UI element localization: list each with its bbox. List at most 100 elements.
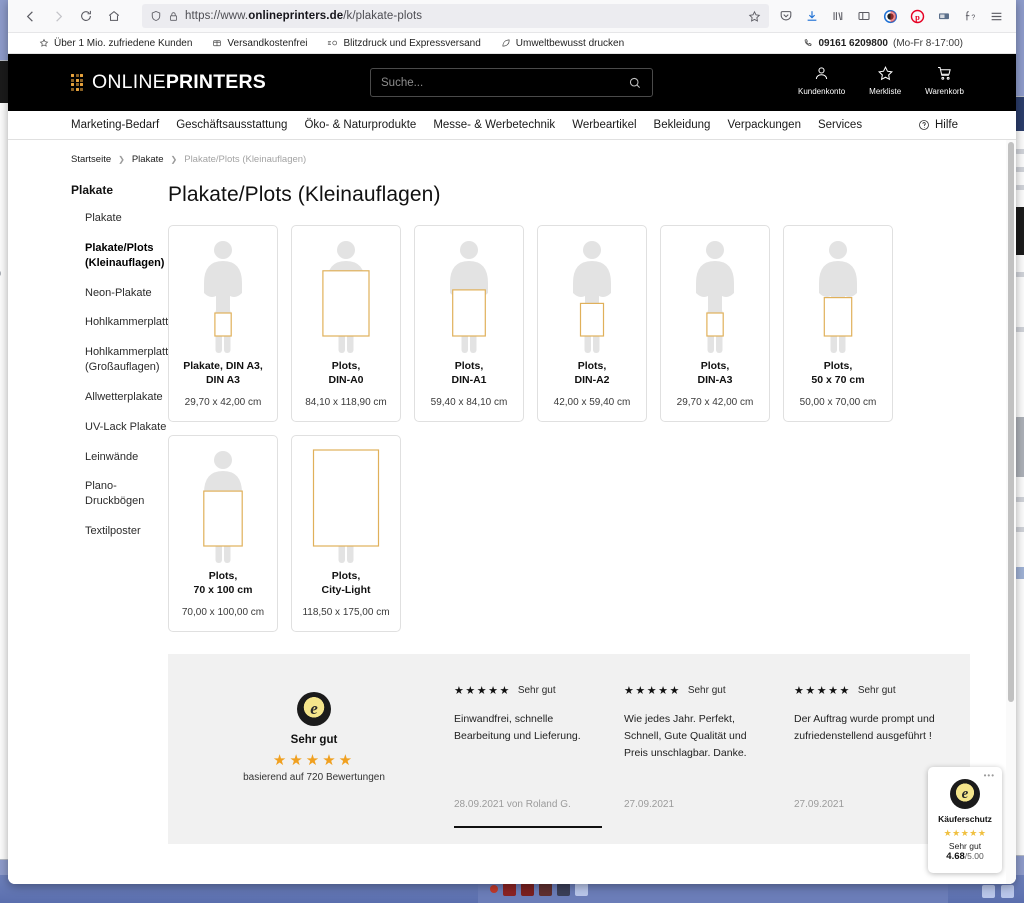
search-box[interactable] (370, 68, 653, 97)
sidebar-item-textilposter[interactable]: Textilposter (71, 524, 168, 539)
home-icon[interactable] (100, 3, 128, 29)
product-card-name: Plots, DIN-A0 (328, 360, 364, 386)
breadcrumb-item-0[interactable]: Startseite (71, 154, 111, 165)
pinterest-icon[interactable]: p (910, 9, 925, 24)
product-card-name: Plakate, DIN A3, DIN A3 (183, 360, 263, 386)
container-icon[interactable] (883, 9, 898, 24)
sidebar-icon[interactable] (857, 9, 871, 23)
review-active-underline (454, 826, 602, 829)
svg-text:?: ? (971, 15, 975, 22)
nav-item-2[interactable]: Öko- & Naturprodukte (304, 119, 416, 131)
main-column: Plakate/Plots (Kleinauflagen) Plakate, D… (168, 183, 1016, 845)
taskbar-icon-2[interactable] (521, 882, 534, 896)
review-date-0: 28.09.2021 von Roland G. (454, 799, 571, 811)
sidebar-item-hohlkammerplatten[interactable]: Hohlkammerplatten (71, 315, 180, 330)
taskbar-icon-3[interactable] (539, 882, 552, 896)
tray-icon-2[interactable] (1001, 885, 1014, 898)
logo-mark-icon (71, 74, 83, 91)
cart-button[interactable]: Warenkorb (925, 65, 964, 96)
content-row: Plakate Plakate Plakate/Plots (Kleinaufl… (8, 165, 1016, 845)
wishlist-button[interactable]: Merkliste (869, 65, 901, 96)
sidebar-item-allwetterplakate[interactable]: Allwetterplakate (71, 390, 168, 405)
sidebar-item-plakate[interactable]: Plakate (71, 211, 168, 226)
sidebar-item-uv-lack-plakate[interactable]: UV-Lack Plakate (71, 420, 168, 435)
lock-icon[interactable] (168, 11, 179, 22)
browser-toolbar: https://www.onlineprinters.de/k/plakate-… (8, 0, 1016, 33)
nav-item-5[interactable]: Bekleidung (654, 119, 711, 131)
page-scrollbar[interactable] (1006, 140, 1016, 884)
info-item-1[interactable]: Versandkostenfrei (212, 38, 307, 49)
product-card[interactable]: Plakate, DIN A3, DIN A3 29,70 x 42,00 cm (168, 225, 278, 423)
review-date-1: 27.09.2021 (624, 799, 675, 811)
person-poster-illustration (696, 241, 734, 353)
reload-icon[interactable] (72, 3, 100, 29)
search-input[interactable] (381, 76, 628, 89)
help-icon (918, 119, 930, 131)
help-link[interactable]: Hilfe (918, 119, 958, 131)
site-logo[interactable]: ONLINEPRINTERS (71, 71, 266, 94)
review-rating-label-0: Sehr gut (517, 685, 556, 697)
info-item-3[interactable]: Umweltbewusst drucken (501, 38, 624, 49)
person-poster-illustration (204, 241, 242, 353)
sidebar-item-hohlkammerplatten-gross[interactable]: Hohlkammerplatten (Großauflagen) (71, 345, 180, 375)
back-arrow-icon[interactable] (16, 3, 44, 29)
info-item-label-0: Über 1 Mio. zufriedene Kunden (54, 37, 193, 49)
product-card[interactable]: Plots, DIN-A1 59,40 x 84,10 cm (414, 225, 524, 423)
product-size-figure (175, 236, 271, 354)
library-icon[interactable] (831, 9, 845, 23)
sidebar-item-plano-druckboegen[interactable]: Plano-Druckbögen (71, 479, 168, 509)
site-header: ONLINEPRINTERS Kundenkonto Merkliste (8, 54, 1016, 111)
fx-icon[interactable]: ? (963, 9, 977, 23)
product-card[interactable]: Plots, DIN-A2 42,00 x 59,40 cm (537, 225, 647, 423)
product-card-name: Plots, DIN-A1 (451, 360, 487, 386)
badge-score-value: 4.68 (946, 851, 965, 862)
scrollbar-thumb[interactable] (1008, 142, 1014, 702)
pocket-icon[interactable] (779, 9, 793, 23)
sidebar-item-neon-plakate[interactable]: Neon-Plakate (71, 286, 168, 301)
nav-item-3[interactable]: Messe- & Werbetechnik (433, 119, 555, 131)
address-bar[interactable]: https://www.onlineprinters.de/k/plakate-… (142, 4, 769, 28)
trusted-shops-floating-badge[interactable]: ••• e Käuferschutz ★★★★★ Sehr gut 4.68/5… (928, 767, 1002, 873)
person-poster-illustration (322, 241, 370, 353)
account-button[interactable]: Kundenkonto (798, 65, 845, 96)
product-card-dimensions: 84,10 x 118,90 cm (305, 396, 387, 408)
info-item-0[interactable]: Über 1 Mio. zufriedene Kunden (39, 38, 192, 49)
shield-icon[interactable] (150, 10, 162, 22)
forward-arrow-icon[interactable] (44, 3, 72, 29)
taskbar-tray[interactable] (982, 885, 1014, 898)
menu-icon[interactable] (989, 9, 1004, 24)
bookmark-star-icon[interactable] (748, 10, 761, 23)
breadcrumb-item-1[interactable]: Plakate (132, 154, 164, 165)
product-card[interactable]: Plots, 70 x 100 cm 70,00 x 100,00 cm (168, 435, 278, 633)
nav-item-6[interactable]: Verpackungen (727, 119, 801, 131)
product-card[interactable]: Plots, DIN-A0 84,10 x 118,90 cm (291, 225, 401, 423)
info-item-2[interactable]: Blitzdruck und Expressversand (327, 38, 481, 49)
taskbar-icon-1[interactable] (503, 882, 516, 896)
info-item-label-3: Umweltbewusst drucken (515, 37, 625, 49)
screenshot-icon[interactable] (937, 9, 951, 23)
review-rating-label-1: Sehr gut (687, 685, 726, 697)
breadcrumb: Startseite ❯ Plakate ❯ Plakate/Plots (Kl… (8, 140, 1016, 165)
badge-title: Käuferschutz (938, 814, 992, 824)
nav-item-7[interactable]: Services (818, 119, 862, 131)
search-icon[interactable] (628, 76, 642, 90)
taskbar-icon-5[interactable] (575, 882, 588, 896)
sidebar-item-plakate-plots[interactable]: Plakate/Plots (Kleinauflagen) (71, 241, 168, 271)
sidebar-item-leinwaende[interactable]: Leinwände (71, 450, 168, 465)
downloads-icon[interactable] (805, 9, 819, 23)
nav-item-4[interactable]: Werbeartikel (572, 119, 636, 131)
product-card[interactable]: Plots, 50 x 70 cm 50,00 x 70,00 cm (783, 225, 893, 423)
phone-info[interactable]: 09161 6209800 (Mo-Fr 8-17:00) (803, 38, 963, 49)
person-poster-illustration (819, 241, 857, 353)
product-card[interactable]: Plots, DIN-A3 29,70 x 42,00 cm (660, 225, 770, 423)
reviews-section: e Sehr gut ★★★★★ basierend auf 720 Bewer… (168, 654, 970, 845)
tray-icon-1[interactable] (982, 885, 995, 898)
badge-stars: ★★★★★ (943, 828, 987, 838)
badge-menu-icon[interactable]: ••• (984, 771, 995, 780)
taskbar-icon-dot[interactable] (490, 885, 498, 893)
taskbar-icon-4[interactable] (557, 882, 570, 896)
product-card[interactable]: Plots, City-Light 118,50 x 175,00 cm (291, 435, 401, 633)
nav-item-1[interactable]: Geschäftsausstattung (176, 119, 287, 131)
review-stars-1: ★★★★★ (624, 685, 681, 698)
nav-item-0[interactable]: Marketing-Bedarf (71, 119, 159, 131)
